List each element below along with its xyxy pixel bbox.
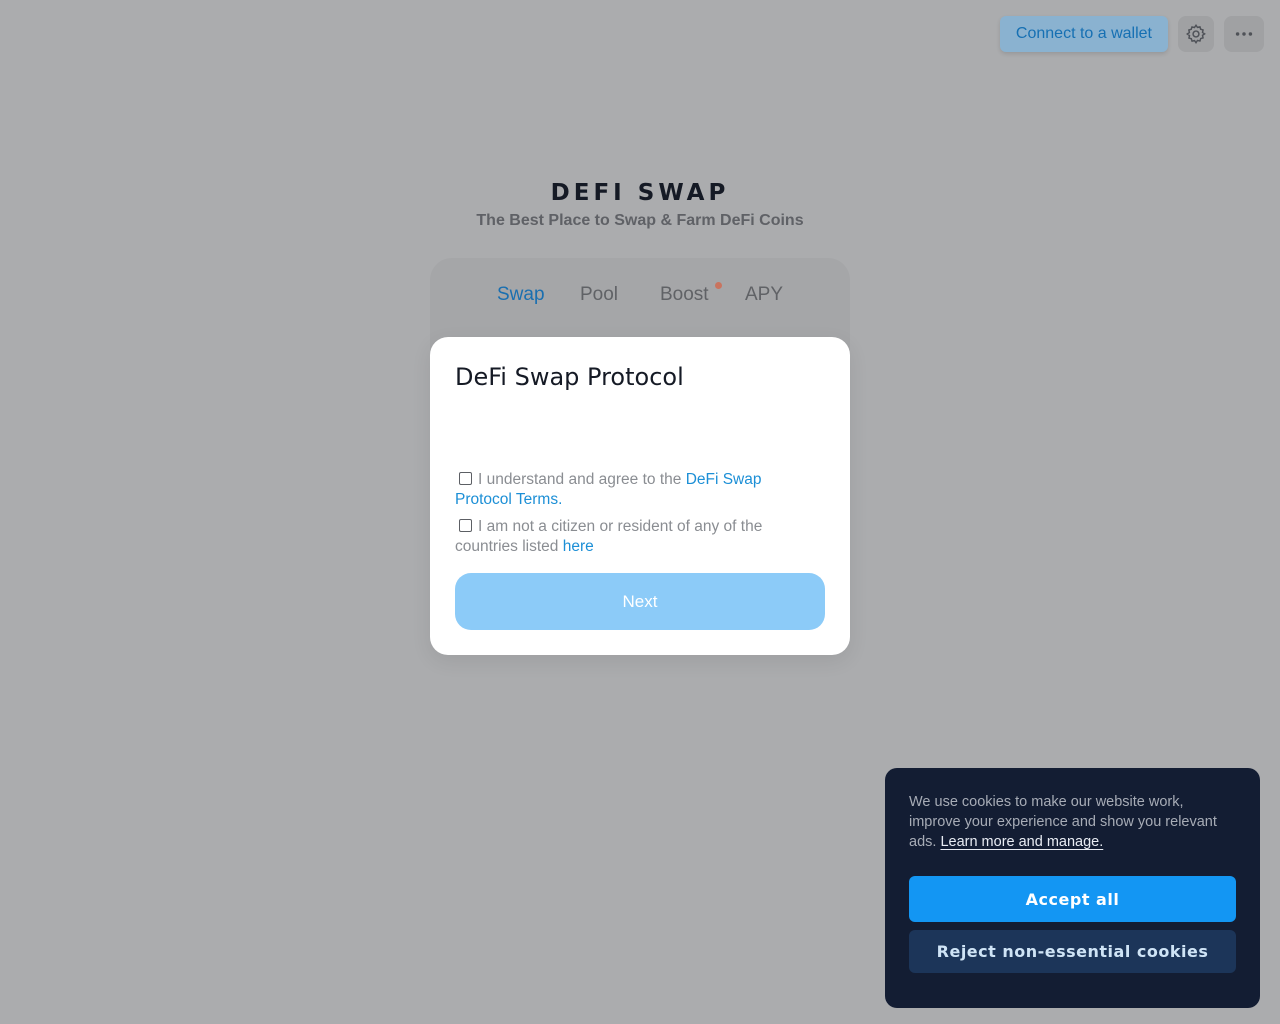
cookie-text: We use cookies to make our website work,… [909,792,1239,852]
boost-badge-dot [715,282,722,289]
modal-title: DeFi Swap Protocol [455,363,684,391]
protocol-modal: DeFi Swap Protocol I understand and agre… [430,337,850,655]
terms-text: I understand and agree to the [478,471,686,488]
header-actions: Connect to a wallet [999,16,1264,52]
countries-link[interactable]: here [563,538,594,555]
cookie-learn-more-link[interactable]: Learn more and manage. [940,834,1103,850]
residency-checkbox-row: I am not a citizen or resident of any of… [455,517,805,557]
tab-bar: Swap Pool Boost APY [430,282,850,312]
residency-text: I am not a citizen or resident of any of… [455,518,763,555]
more-horizontal-icon [1235,32,1253,36]
more-button[interactable] [1224,16,1264,52]
tab-swap[interactable]: Swap [497,284,545,306]
connect-wallet-button[interactable]: Connect to a wallet [999,16,1168,52]
brand: DEFI SWAP The Best Place to Swap & Farm … [0,180,1280,230]
terms-checkbox-row: I understand and agree to the DeFi Swap … [455,470,805,510]
settings-button[interactable] [1178,16,1214,52]
tab-pool[interactable]: Pool [580,284,618,306]
tab-boost[interactable]: Boost [660,284,709,306]
page: Connect to a wallet DEFI SWAP The Best P… [0,0,1280,1024]
reject-cookies-button[interactable]: Reject non-essential cookies [909,930,1236,973]
cookie-banner: We use cookies to make our website work,… [885,768,1260,1008]
tab-apy[interactable]: APY [745,284,783,306]
terms-checkbox[interactable] [459,472,472,485]
brand-title: DEFI SWAP [550,180,730,206]
residency-checkbox[interactable] [459,519,472,532]
next-button[interactable]: Next [455,573,825,630]
accept-all-button[interactable]: Accept all [909,876,1236,922]
brand-subtitle: The Best Place to Swap & Farm DeFi Coins [476,212,804,229]
gear-icon [1186,24,1206,45]
